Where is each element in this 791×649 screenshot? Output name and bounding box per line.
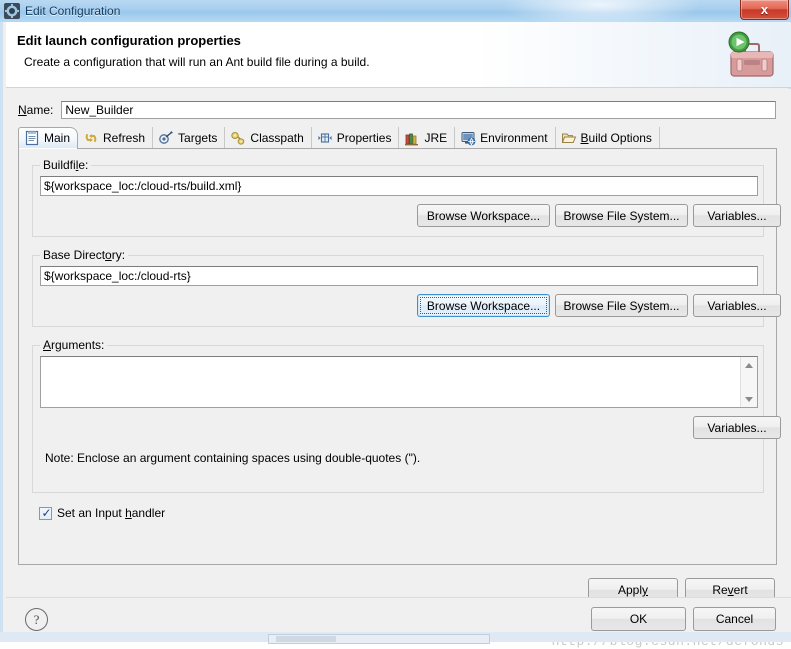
- scroll-down-icon[interactable]: [741, 391, 757, 407]
- arguments-textarea[interactable]: [40, 356, 758, 408]
- titlebar-glow: [501, 0, 701, 22]
- close-icon: x: [760, 2, 769, 17]
- targets-icon: [158, 130, 174, 146]
- arguments-scrollbar[interactable]: [740, 357, 757, 407]
- base-directory-browse-filesystem-button[interactable]: Browse File System...: [555, 294, 688, 317]
- tab-strip: Main Refresh Targets Classpath Propertie…: [18, 127, 777, 149]
- tab-refresh-label: Refresh: [103, 130, 146, 145]
- arguments-note: Note: Enclose an argument containing spa…: [45, 451, 421, 465]
- tab-classpath[interactable]: Classpath: [225, 127, 312, 148]
- tab-build-options-label: Build Options: [580, 130, 652, 145]
- tab-jre[interactable]: JRE: [399, 127, 456, 148]
- base-directory-group: Base Directory: ${workspace_loc:/cloud-r…: [32, 248, 781, 327]
- refresh-arrows-icon: [83, 130, 99, 146]
- name-row: Name:: [18, 100, 776, 120]
- buildfile-browse-filesystem-button[interactable]: Browse File System...: [555, 204, 688, 227]
- tab-environment-label: Environment: [480, 130, 548, 145]
- buildfile-input[interactable]: ${workspace_loc:/cloud-rts/build.xml}: [40, 176, 758, 196]
- base-directory-browse-workspace-label: Browse Workspace...: [426, 298, 541, 313]
- tab-properties[interactable]: Properties: [312, 127, 400, 148]
- base-directory-browse-workspace-button[interactable]: Browse Workspace...: [417, 294, 550, 317]
- dialog-banner: Edit launch configuration properties Cre…: [6, 22, 791, 88]
- tab-targets[interactable]: Targets: [153, 127, 226, 148]
- set-input-handler-row[interactable]: ✓ Set an Input handler: [39, 506, 165, 520]
- cancel-button[interactable]: Cancel: [693, 607, 776, 631]
- build-options-folder-icon: [561, 130, 577, 146]
- properties-icon: [317, 130, 333, 146]
- tab-main-label: Main: [44, 131, 71, 145]
- title-bar: Edit Configuration x: [0, 0, 791, 23]
- tab-folder: Main Refresh Targets Classpath Propertie…: [18, 127, 781, 565]
- configuration-gear-icon: [4, 3, 20, 19]
- arguments-group: Arguments: Variables... Note: Enclose an…: [32, 338, 781, 493]
- tab-jre-label: JRE: [424, 130, 448, 145]
- base-directory-label: Base Directory:: [40, 248, 129, 262]
- desktop-background-strip: [0, 632, 791, 644]
- scroll-up-icon[interactable]: [741, 357, 757, 373]
- tab-targets-label: Targets: [178, 130, 218, 145]
- tab-environment[interactable]: Environment: [455, 127, 556, 148]
- tab-properties-label: Properties: [336, 130, 392, 145]
- revert-label: Revert: [712, 583, 748, 597]
- base-directory-variables-button[interactable]: Variables...: [693, 294, 781, 317]
- set-input-handler-label: Set an Input handler: [57, 506, 166, 520]
- environment-icon: [460, 130, 476, 146]
- buildfile-browse-workspace-button[interactable]: Browse Workspace...: [417, 204, 550, 227]
- arguments-variables-button[interactable]: Variables...: [693, 416, 781, 439]
- set-input-handler-checkbox[interactable]: ✓: [39, 505, 52, 520]
- banner-title: Edit launch configuration properties: [17, 33, 241, 48]
- arguments-label: Arguments:: [40, 338, 108, 352]
- dialog-content: Name: New_Builder Main Refresh Targets C…: [6, 89, 791, 574]
- tab-main[interactable]: Main: [18, 127, 79, 149]
- background-window-bar-inner: [276, 636, 336, 642]
- tab-build-options[interactable]: Build Options: [556, 127, 660, 148]
- checkmark-icon: ✓: [41, 505, 52, 520]
- dialog-body: Edit launch configuration properties Cre…: [0, 22, 791, 649]
- tab-classpath-label: Classpath: [250, 130, 304, 145]
- banner-subtitle: Create a configuration that will run an …: [24, 55, 370, 69]
- classpath-icon: [230, 130, 246, 146]
- name-input[interactable]: [61, 101, 776, 119]
- buildfile-label: Buildfile:: [40, 158, 92, 172]
- jre-books-icon: [404, 130, 420, 146]
- buildfile-variables-button[interactable]: Variables...: [693, 204, 781, 227]
- help-icon[interactable]: ?: [25, 608, 48, 631]
- ok-button[interactable]: OK: [591, 607, 686, 631]
- base-directory-input[interactable]: ${workspace_loc:/cloud-rts}: [40, 266, 758, 286]
- main-document-icon: [24, 130, 40, 146]
- close-button[interactable]: x: [740, 0, 789, 20]
- buildfile-group: Buildfile: ${workspace_loc:/cloud-rts/bu…: [32, 158, 781, 237]
- window-title: Edit Configuration: [25, 4, 121, 18]
- tab-refresh[interactable]: Refresh: [78, 127, 154, 148]
- ant-toolbox-run-icon: [719, 26, 781, 84]
- apply-label: Apply: [617, 583, 649, 597]
- edit-configuration-dialog: Edit Configuration x Edit launch configu…: [0, 0, 791, 649]
- tab-page-main: Buildfile: ${workspace_loc:/cloud-rts/bu…: [18, 149, 781, 565]
- name-label: Name:: [18, 103, 54, 117]
